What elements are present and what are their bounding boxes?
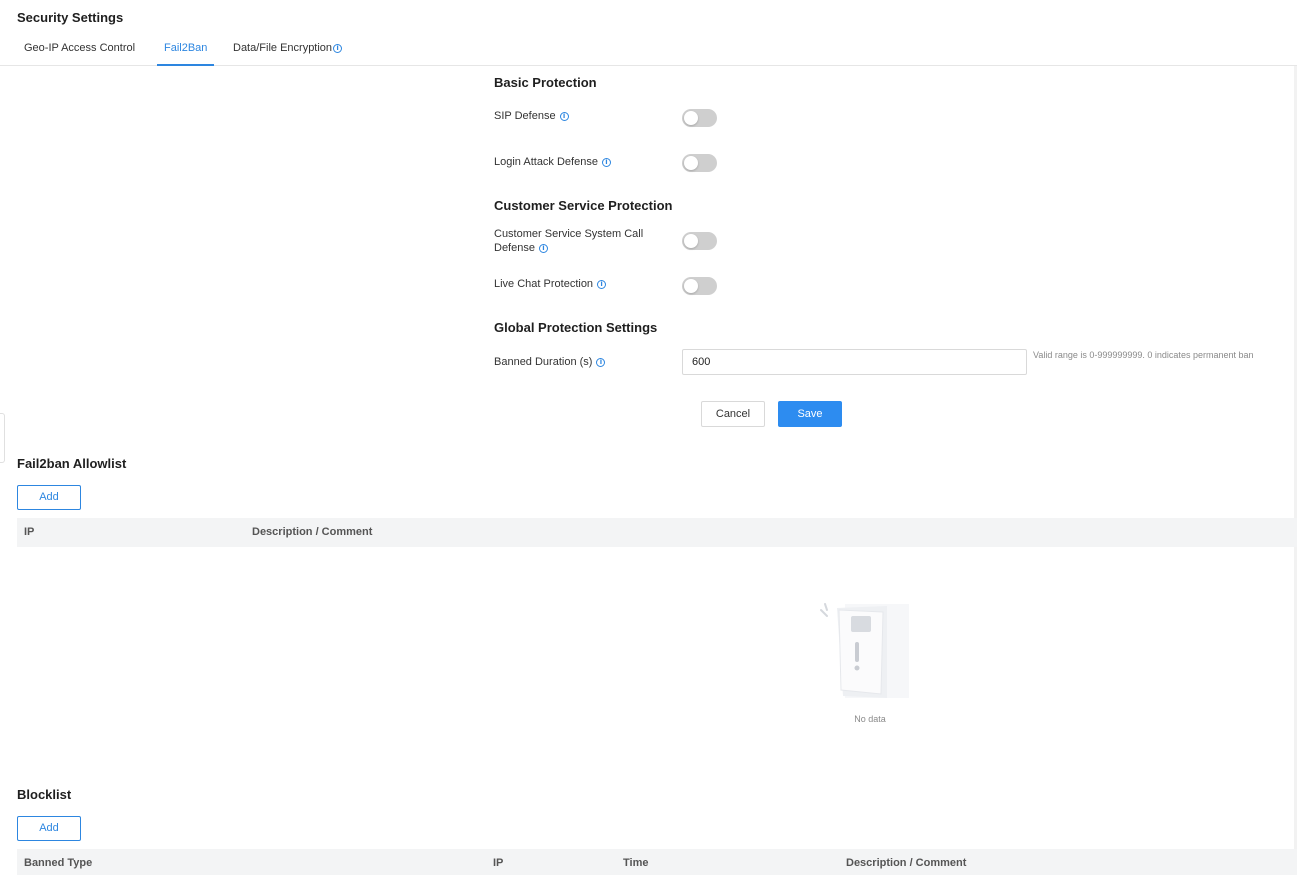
banned-duration-input[interactable]	[682, 349, 1027, 375]
tab-label: Fail2Ban	[164, 42, 208, 54]
tab-geo-ip-access-control[interactable]: Geo-IP Access Control	[24, 42, 135, 66]
sip-defense-toggle[interactable]	[682, 109, 717, 127]
banned-duration-label: Banned Duration (s) i	[494, 355, 606, 369]
toggle-knob	[684, 111, 698, 125]
live-chat-protection-toggle[interactable]	[682, 277, 717, 295]
tab-label: Geo-IP Access Control	[24, 42, 136, 54]
tab-label: Data/File Encryption	[233, 42, 333, 54]
column-header-description[interactable]: Description / Comment	[846, 857, 966, 869]
live-chat-protection-label: Live Chat Protection i	[494, 277, 607, 291]
info-icon[interactable]: i	[596, 358, 606, 367]
blocklist-add-button[interactable]: Add	[17, 816, 81, 841]
column-header-ip[interactable]: IP	[493, 857, 503, 869]
banned-duration-hint: Valid range is 0-999999999. 0 indicates …	[1033, 350, 1254, 360]
cancel-button[interactable]: Cancel	[701, 401, 765, 427]
allowlist-title: Fail2ban Allowlist	[17, 456, 127, 471]
call-defense-label: Customer Service System Call Defense i	[494, 228, 644, 254]
column-header-time[interactable]: Time	[623, 857, 648, 869]
allowlist-add-button[interactable]: Add	[17, 485, 81, 510]
login-attack-defense-label: Login Attack Defense i	[494, 155, 611, 169]
info-icon[interactable]: i	[333, 44, 343, 53]
toggle-knob	[684, 156, 698, 170]
toggle-knob	[684, 279, 698, 293]
empty-state-text: No data	[854, 714, 886, 724]
tab-bar: Geo-IP Access Control Fail2Ban Data/File…	[0, 36, 1297, 66]
tab-fail2ban[interactable]: Fail2Ban	[157, 42, 215, 66]
info-icon[interactable]: i	[559, 112, 569, 121]
sip-defense-label: SIP Defense i	[494, 109, 569, 123]
allowlist-table-header: IP Description / Comment	[17, 518, 1297, 547]
page-title: Security Settings	[17, 10, 124, 25]
info-icon[interactable]: i	[601, 158, 611, 167]
info-icon[interactable]: i	[597, 280, 607, 289]
tab-data-file-encryption[interactable]: Data/File Encryption i	[233, 42, 343, 66]
collapse-handle[interactable]	[0, 413, 5, 463]
toggle-knob	[684, 234, 698, 248]
column-header-banned-type[interactable]: Banned Type	[24, 857, 92, 869]
blocklist-title: Blocklist	[17, 787, 72, 802]
empty-document-icon	[820, 603, 909, 698]
blocklist-table-header: Banned Type IP Time Description / Commen…	[17, 849, 1297, 875]
section-title-global-protection: Global Protection Settings	[494, 320, 658, 335]
login-attack-defense-toggle[interactable]	[682, 154, 717, 172]
column-header-description[interactable]: Description / Comment	[252, 526, 372, 538]
empty-state: No data	[815, 598, 925, 728]
call-defense-toggle[interactable]	[682, 232, 717, 250]
save-button[interactable]: Save	[778, 401, 842, 427]
column-header-ip[interactable]: IP	[24, 526, 34, 538]
section-title-basic-protection: Basic Protection	[494, 75, 597, 90]
section-title-customer-service-protection: Customer Service Protection	[494, 198, 673, 213]
info-icon[interactable]: i	[538, 244, 548, 253]
